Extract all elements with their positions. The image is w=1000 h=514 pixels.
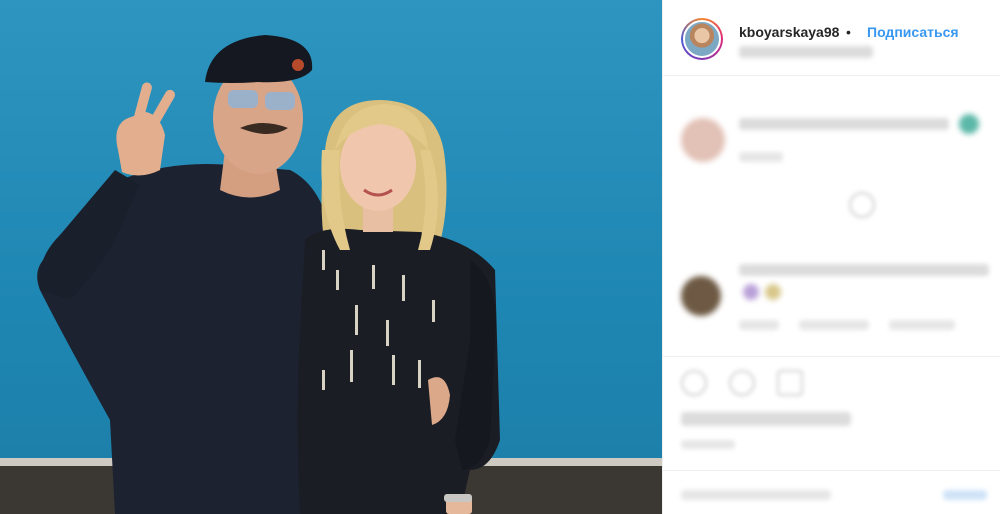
blurred-comment-meta-3 [889,320,955,330]
blurred-emoji [743,284,759,300]
like-icon[interactable] [681,370,707,396]
follow-button[interactable]: Подписаться [867,24,959,40]
blurred-verified-badge [959,114,979,134]
blurred-add-comment[interactable] [681,490,831,500]
blurred-comment-meta [739,320,779,330]
blurred-comment-avatar-2 [681,276,721,316]
instagram-post-view: kboyarskaya98 • Подписаться [0,0,1000,514]
comment-icon[interactable] [729,370,755,396]
blurred-comment-text [739,118,949,130]
blurred-comment-meta-2 [799,320,869,330]
post-header: kboyarskaya98 • Подписаться [663,0,1000,76]
blurred-date [681,440,735,449]
blurred-publish-button[interactable] [943,490,987,500]
username-link[interactable]: kboyarskaya98 [739,24,839,40]
blurred-comment-avatar [681,118,725,162]
comment-divider [663,470,1000,471]
share-icon[interactable] [777,370,803,396]
separator-dot: • [846,24,851,40]
blurred-location [739,46,873,58]
avatar-image [683,20,721,58]
post-photo[interactable] [0,0,662,514]
blurred-likes [681,412,851,426]
blurred-timestamp [739,152,783,162]
load-more-icon[interactable] [849,192,875,218]
photo-illustration [0,35,662,514]
blurred-comment-text-2 [739,264,989,276]
blurred-emoji-2 [765,284,781,300]
post-sidebar: kboyarskaya98 • Подписаться [662,0,1000,514]
actions-divider [663,356,1000,357]
avatar[interactable] [681,18,723,60]
